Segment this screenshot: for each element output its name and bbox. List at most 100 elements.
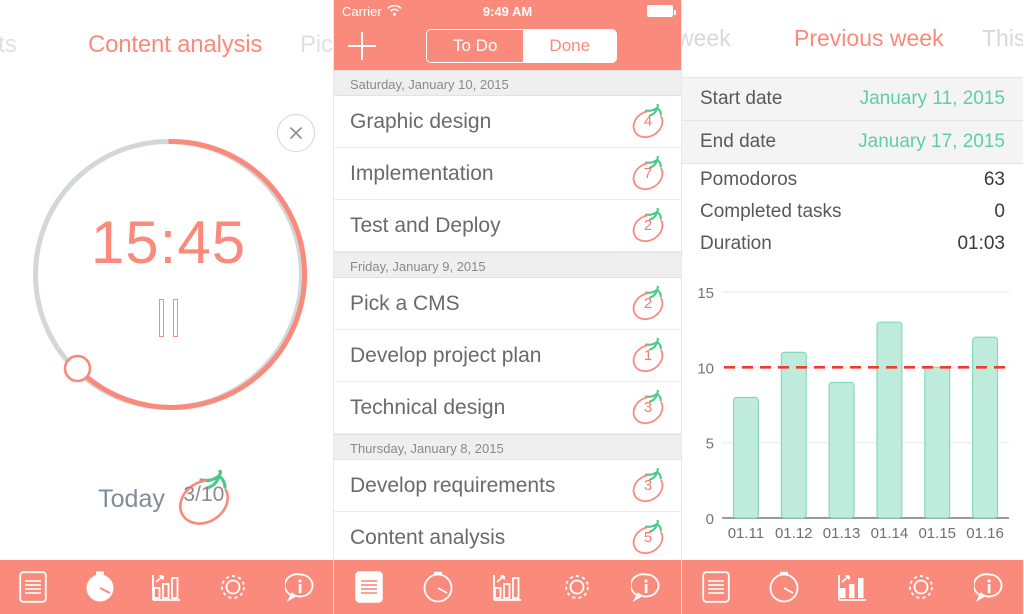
carousel-current-task[interactable]: Content analysis (88, 31, 262, 59)
timer-ring[interactable]: 15:45 (26, 132, 311, 417)
task-list[interactable]: Saturday, January 10, 2015 Graphic desig… (334, 70, 681, 560)
date-section-header: Saturday, January 10, 2015 (334, 70, 681, 96)
x-axis-tick-label: 01.16 (966, 525, 1004, 542)
pomodoro-count: 3 (643, 398, 653, 416)
task-row[interactable]: Technical design 3 (334, 382, 681, 434)
y-axis-tick-label: 0 (706, 511, 714, 528)
tab-info[interactable] (276, 565, 324, 609)
tab-settings[interactable] (553, 565, 601, 609)
stat-value: 63 (983, 169, 1005, 190)
task-title: Graphic design (350, 109, 492, 133)
task-row[interactable]: Content analysis 5 (334, 512, 681, 560)
tab-statistics[interactable] (828, 565, 876, 609)
screenshot-root: ents Content analysis Pick 15 (0, 0, 1024, 614)
today-summary: Today 3/10 (0, 469, 333, 528)
tab-previous-week[interactable]: Previous week (794, 25, 944, 52)
date-section-header: Thursday, January 8, 2015 (334, 434, 681, 460)
task-title: Test and Deploy (350, 213, 501, 237)
today-pomodoro-badge: 3/10 (173, 469, 235, 528)
pomodoro-badge: 3 (629, 389, 667, 426)
tabbar-statistics[interactable] (682, 560, 1023, 614)
today-pomodoro-count: 3/10 (183, 483, 225, 506)
carousel-next-task[interactable]: Pick (300, 31, 333, 59)
pomodoro-count: 3 (643, 476, 653, 494)
tab-statistics[interactable] (483, 565, 531, 609)
stat-row-pomodoros: Pomodoros 63 (682, 164, 1023, 196)
tab-statistics[interactable] (142, 565, 190, 609)
stat-row-completed-tasks: Completed tasks 0 (682, 196, 1023, 228)
tab-this-week[interactable]: is week (682, 25, 731, 52)
pomodoro-bar-chart: 0 5 10 15 01.11 01.12 01.13 01.14 01.15 01.16 (682, 270, 1023, 560)
nav-bar: To Do Done (334, 22, 681, 70)
stat-value: 0 (994, 201, 1005, 222)
plus-icon[interactable] (348, 32, 376, 60)
tabbar-timer[interactable] (0, 560, 333, 614)
tab-tasks[interactable] (692, 565, 740, 609)
statistics-screen: is week Previous week This mo Start date… (682, 0, 1023, 614)
chart-bar (732, 396, 759, 519)
status-bar: Carrier 9:49 AM (334, 0, 681, 22)
task-title: Implementation (350, 161, 494, 185)
tab-this-month[interactable]: This mo (982, 25, 1023, 52)
pomodoro-count: 1 (643, 346, 653, 364)
tab-timer[interactable] (414, 565, 462, 609)
task-row[interactable]: Implementation 7 (334, 148, 681, 200)
stat-label: Pomodoros (700, 169, 798, 190)
tab-tasks[interactable] (345, 565, 393, 609)
task-row[interactable]: Pick a CMS 2 (334, 278, 681, 330)
chart-bar (876, 321, 903, 519)
tab-timer[interactable] (760, 565, 808, 609)
segment-todo[interactable]: To Do (427, 30, 524, 62)
battery-icon (647, 5, 676, 17)
x-axis-tick-label: 01.14 (871, 525, 909, 542)
timer-screen: ents Content analysis Pick 15 (0, 0, 333, 614)
pomodoro-count: 7 (643, 164, 653, 182)
task-carousel[interactable]: ents Content analysis Pick (0, 0, 333, 90)
stat-value: January 11, 2015 (859, 88, 1005, 109)
pomodoro-badge: 5 (629, 519, 667, 556)
pause-icon[interactable] (159, 298, 178, 337)
task-title: Technical design (350, 395, 506, 419)
segment-done[interactable]: Done (523, 30, 617, 62)
x-axis-tick-label: 01.11 (728, 525, 764, 542)
segmented-control[interactable]: To Do Done (426, 29, 618, 63)
pomodoro-badge: 1 (629, 337, 667, 374)
tab-info[interactable] (965, 565, 1013, 609)
x-axis-tick-label: 01.13 (823, 525, 861, 542)
stat-value: 01:03 (957, 233, 1005, 254)
x-axis-tick-label: 01.12 (775, 525, 813, 542)
period-tabs[interactable]: is week Previous week This mo (682, 0, 1023, 78)
task-row[interactable]: Graphic design 4 (334, 96, 681, 148)
pomodoro-badge: 3 (629, 467, 667, 504)
task-title: Content analysis (350, 525, 506, 549)
tab-info[interactable] (622, 565, 670, 609)
timer-readout: 15:45 (26, 132, 311, 417)
status-time: 9:49 AM (482, 3, 533, 19)
y-axis-tick-label: 10 (697, 360, 714, 377)
task-row[interactable]: Test and Deploy 2 (334, 200, 681, 252)
tab-settings[interactable] (209, 565, 257, 609)
tab-timer[interactable] (76, 565, 124, 609)
tab-settings[interactable] (897, 565, 945, 609)
pomodoro-badge: 2 (629, 207, 667, 244)
pomodoro-count: 2 (643, 216, 653, 234)
task-title: Develop requirements (350, 473, 556, 497)
x-axis-tick-label: 01.15 (918, 525, 956, 542)
stat-value: January 17, 2015 (858, 131, 1005, 152)
chart-canvas: 0 5 10 15 01.11 01.12 01.13 01.14 01.15 01.16 (697, 285, 1009, 542)
stat-row-start-date: Start date January 11, 2015 (682, 78, 1023, 121)
chart-bar (972, 336, 999, 519)
carousel-prev-task[interactable]: ents (0, 31, 17, 59)
stat-row-duration: Duration 01:03 (682, 228, 1023, 260)
stat-row-end-date: End date January 17, 2015 (682, 121, 1023, 164)
tabbar-tasks[interactable] (334, 560, 681, 614)
task-title: Pick a CMS (350, 291, 460, 315)
pomodoro-count: 2 (643, 294, 653, 312)
metrics-group: Pomodoros 63 Completed tasks 0 Duration … (682, 164, 1023, 260)
y-axis-tick-label: 15 (697, 285, 714, 302)
task-row[interactable]: Develop project plan 1 (334, 330, 681, 382)
tab-tasks[interactable] (9, 565, 57, 609)
timer-digits: 15:45 (90, 208, 247, 276)
pomodoro-count: 5 (643, 528, 653, 546)
task-row[interactable]: Develop requirements 3 (334, 460, 681, 512)
